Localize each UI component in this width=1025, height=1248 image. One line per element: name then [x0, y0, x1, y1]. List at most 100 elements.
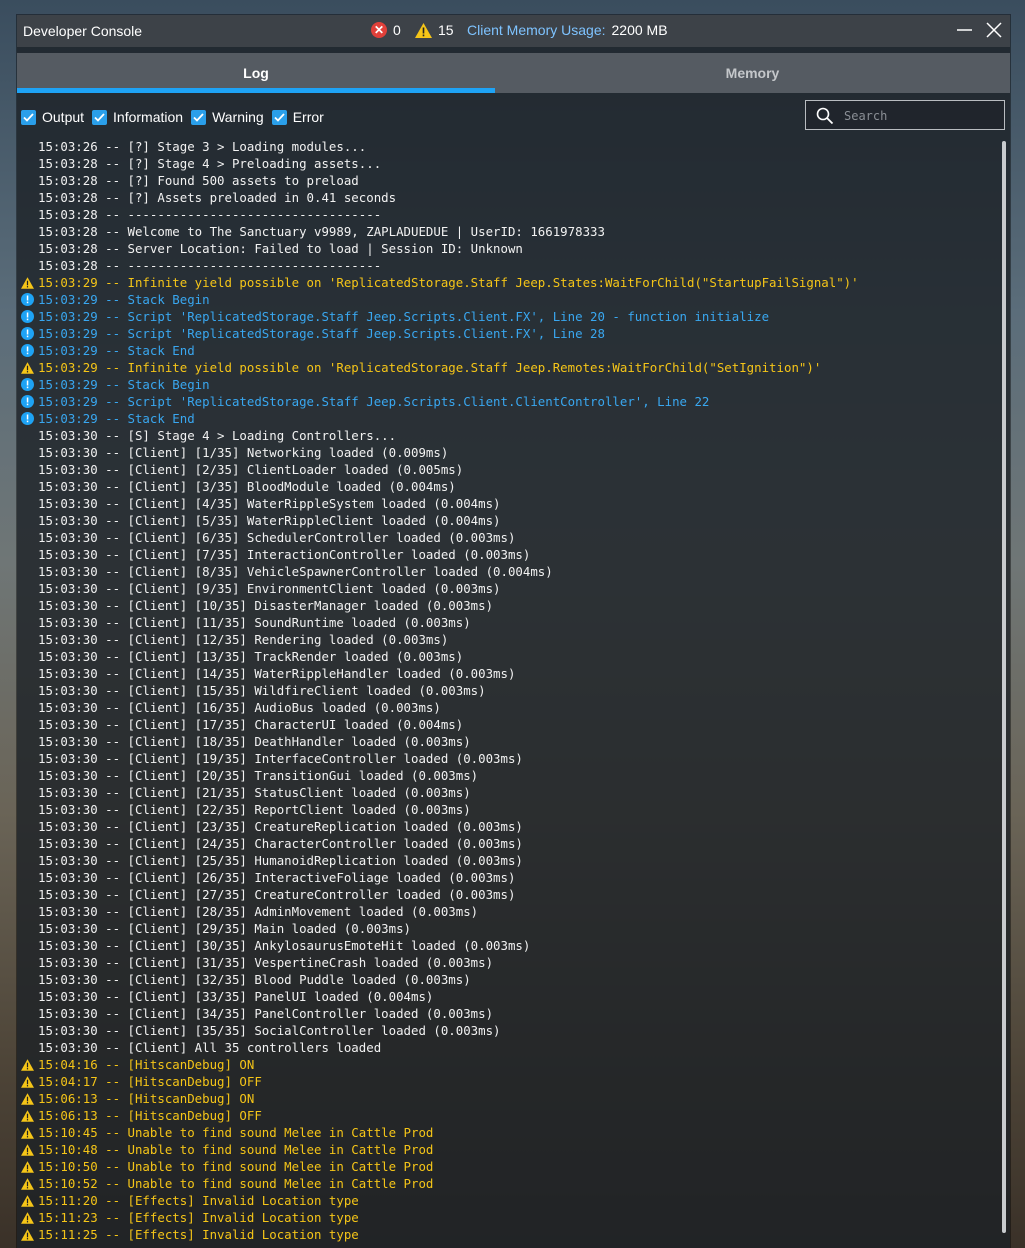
log-row-output: 15:03:30 -- [Client] [20/35] TransitionG… [17, 767, 1000, 784]
log-message: 15:03:30 -- [Client] [4/35] WaterRippleS… [38, 496, 501, 511]
log-row-output: 15:03:30 -- [Client] [14/35] WaterRipple… [17, 665, 1000, 682]
log-row-output: 15:03:30 -- [Client] [9/35] EnvironmentC… [17, 580, 1000, 597]
checkbox-information[interactable] [92, 109, 108, 125]
log-row-warning: 15:04:16 -- [HitscanDebug] ON [17, 1056, 1000, 1073]
log-message: 15:03:30 -- [Client] [5/35] WaterRippleC… [38, 513, 501, 528]
filter-error[interactable]: Error [271, 109, 324, 125]
memory-usage-value: 2200 MB [611, 22, 668, 38]
log-message: 15:03:30 -- [Client] [35/35] SocialContr… [38, 1023, 501, 1038]
log-message: 15:04:16 -- [HitscanDebug] ON [38, 1057, 255, 1072]
warning-icon [21, 1194, 34, 1207]
log-filters: Output Information Warning Error [21, 107, 332, 127]
search-box[interactable] [805, 100, 1005, 130]
tab-log[interactable]: Log [17, 53, 495, 93]
log-message: 15:03:28 -- [?] Found 500 assets to prel… [38, 173, 359, 188]
log-row-output: 15:03:30 -- [Client] [2/35] ClientLoader… [17, 461, 1000, 478]
warning-count: 15 [438, 22, 454, 38]
checkbox-warning[interactable] [191, 109, 207, 125]
log-message: 15:03:30 -- [Client] [1/35] Networking l… [38, 445, 449, 460]
minimize-button[interactable] [954, 19, 976, 41]
log-message: 15:03:29 -- Script 'ReplicatedStorage.St… [38, 394, 710, 409]
log-row-output: 15:03:26 -- [?] Stage 3 > Loading module… [17, 138, 1000, 155]
filter-warning-label: Warning [212, 109, 264, 125]
log-row-info: 15:03:29 -- Stack End [17, 410, 1000, 427]
log-row-info: 15:03:29 -- Script 'ReplicatedStorage.St… [17, 308, 1000, 325]
log-message: 15:03:30 -- [Client] [10/35] DisasterMan… [38, 598, 494, 613]
checkbox-error[interactable] [271, 109, 287, 125]
log-message: 15:10:50 -- Unable to find sound Melee i… [38, 1159, 434, 1174]
log-message: 15:03:29 -- Stack Begin [38, 292, 210, 307]
log-message: 15:04:17 -- [HitscanDebug] OFF [38, 1074, 262, 1089]
search-input[interactable] [842, 105, 1001, 127]
log-message: 15:03:29 -- Stack End [38, 411, 195, 426]
warning-icon [21, 361, 34, 374]
log-row-output: 15:03:28 -- [?] Assets preloaded in 0.41… [17, 189, 1000, 206]
log-message: 15:03:30 -- [Client] [21/35] StatusClien… [38, 785, 471, 800]
log-row-info: 15:03:29 -- Stack Begin [17, 291, 1000, 308]
log-row-output: 15:03:30 -- [Client] [7/35] InteractionC… [17, 546, 1000, 563]
log-row-output: 15:03:30 -- [Client] [35/35] SocialContr… [17, 1022, 1000, 1039]
log-message: 15:03:30 -- [Client] [20/35] TransitionG… [38, 768, 479, 783]
active-tab-indicator [17, 88, 495, 93]
log-row-output: 15:03:28 -- ----------------------------… [17, 206, 1000, 223]
log-row-info: 15:03:29 -- Stack End [17, 342, 1000, 359]
log-row-output: 15:03:28 -- Server Location: Failed to l… [17, 240, 1000, 257]
log-message: 15:03:30 -- [Client] [7/35] InteractionC… [38, 547, 531, 562]
log-message: 15:03:30 -- [Client] [18/35] DeathHandle… [38, 734, 471, 749]
log-row-warning: 15:11:23 -- [Effects] Invalid Location t… [17, 1209, 1000, 1226]
log-row-warning: 15:04:17 -- [HitscanDebug] OFF [17, 1073, 1000, 1090]
log-row-output: 15:03:30 -- [Client] [27/35] CreatureCon… [17, 886, 1000, 903]
log-row-output: 15:03:30 -- [Client] [3/35] BloodModule … [17, 478, 1000, 495]
warning-icon [21, 1228, 34, 1241]
log-row-output: 15:03:30 -- [Client] [31/35] VespertineC… [17, 954, 1000, 971]
filter-output-label: Output [42, 109, 85, 125]
log-message: 15:03:30 -- [Client] [16/35] AudioBus lo… [38, 700, 441, 715]
info-icon [21, 310, 34, 323]
log-row-warning: 15:10:50 -- Unable to find sound Melee i… [17, 1158, 1000, 1175]
log-message: 15:11:20 -- [Effects] Invalid Location t… [38, 1193, 359, 1208]
log-row-output: 15:03:28 -- ----------------------------… [17, 257, 1000, 274]
log-message: 15:03:28 -- Server Location: Failed to l… [38, 241, 523, 256]
log-message: 15:03:29 -- Infinite yield possible on '… [38, 360, 822, 375]
log-message: 15:10:52 -- Unable to find sound Melee i… [38, 1176, 434, 1191]
log-message: 15:03:29 -- Stack Begin [38, 377, 210, 392]
log-message: 15:03:30 -- [Client] [2/35] ClientLoader… [38, 462, 464, 477]
log-row-warning: 15:10:45 -- Unable to find sound Melee i… [17, 1124, 1000, 1141]
log-row-output: 15:03:30 -- [Client] [29/35] Main loaded… [17, 920, 1000, 937]
log-row-output: 15:03:28 -- [?] Found 500 assets to prel… [17, 172, 1000, 189]
checkmark-icon [94, 112, 105, 122]
log-row-info: 15:03:29 -- Script 'ReplicatedStorage.St… [17, 393, 1000, 410]
log-message: 15:03:30 -- [Client] [8/35] VehicleSpawn… [38, 564, 553, 579]
log-scrollbar[interactable] [1002, 141, 1006, 1233]
log-row-output: 15:03:30 -- [Client] [19/35] InterfaceCo… [17, 750, 1000, 767]
warning-icon [21, 1092, 34, 1105]
info-icon [21, 344, 34, 357]
log-row-output: 15:03:30 -- [Client] [1/35] Networking l… [17, 444, 1000, 461]
log-message: 15:03:29 -- Infinite yield possible on '… [38, 275, 859, 290]
search-icon [816, 107, 834, 125]
log-row-warning: 15:11:20 -- [Effects] Invalid Location t… [17, 1192, 1000, 1209]
filter-warning[interactable]: Warning [191, 109, 264, 125]
log-message: 15:03:30 -- [Client] [13/35] TrackRender… [38, 649, 464, 664]
log-message: 15:11:23 -- [Effects] Invalid Location t… [38, 1210, 359, 1225]
warning-icon [21, 1211, 34, 1224]
close-button[interactable] [983, 19, 1005, 41]
log-message: 15:03:30 -- [Client] [33/35] PanelUI loa… [38, 989, 434, 1004]
info-icon [21, 395, 34, 408]
filter-information[interactable]: Information [92, 109, 183, 125]
log-output: 15:03:26 -- [?] Stage 3 > Loading module… [17, 138, 1000, 1243]
checkbox-output[interactable] [21, 109, 36, 125]
log-row-output: 15:03:30 -- [Client] [34/35] PanelContro… [17, 1005, 1000, 1022]
log-row-output: 15:03:30 -- [Client] [5/35] WaterRippleC… [17, 512, 1000, 529]
tab-log-label: Log [243, 65, 269, 81]
log-row-warning: 15:10:48 -- Unable to find sound Melee i… [17, 1141, 1000, 1158]
log-message: 15:06:13 -- [HitscanDebug] ON [38, 1091, 255, 1106]
filter-output[interactable]: Output [21, 109, 84, 125]
tab-memory-label: Memory [725, 65, 780, 81]
log-row-output: 15:03:30 -- [Client] [17/35] CharacterUI… [17, 716, 1000, 733]
tab-memory[interactable]: Memory [495, 53, 1010, 93]
log-row-info: 15:03:29 -- Stack Begin [17, 376, 1000, 393]
log-message: 15:11:25 -- [Effects] Invalid Location t… [38, 1227, 359, 1242]
info-icon [21, 327, 34, 340]
title-bar[interactable]: Developer Console ✕ 0 15 Client Memory U… [17, 15, 1010, 47]
